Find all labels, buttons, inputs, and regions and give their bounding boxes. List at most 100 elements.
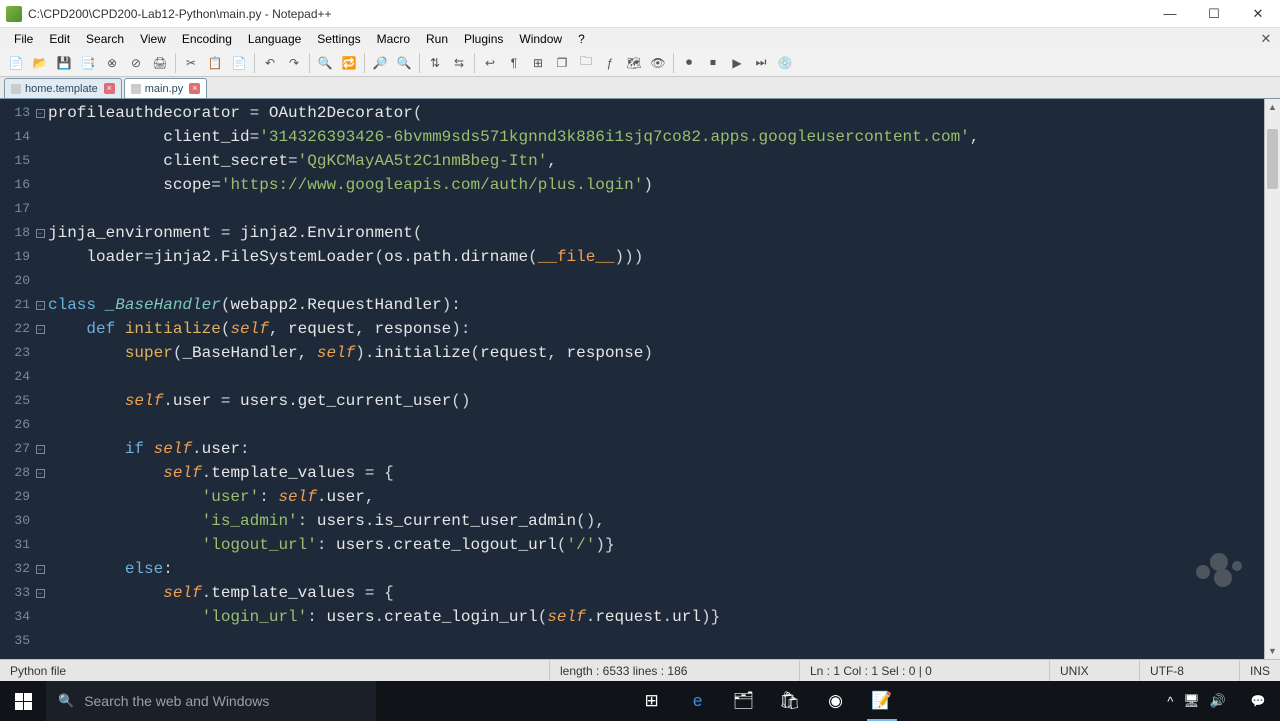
paste-icon[interactable]: 📄 xyxy=(228,52,250,74)
fold-marker[interactable] xyxy=(34,149,46,173)
fold-marker[interactable] xyxy=(34,197,46,221)
play-macro-icon[interactable]: ▶ xyxy=(726,52,748,74)
zoom-in-icon[interactable]: 🔎 xyxy=(369,52,391,74)
code-line[interactable]: jinja_environment = jinja2.Environment( xyxy=(48,221,1264,245)
code-line[interactable]: loader=jinja2.FileSystemLoader(os.path.d… xyxy=(48,245,1264,269)
tray-network-icon[interactable]: 🖥 xyxy=(1183,693,1200,709)
code-line[interactable] xyxy=(48,269,1264,293)
fold-marker[interactable]: − xyxy=(34,101,46,125)
code-editor[interactable]: 1314151617181920212223242526272829303132… xyxy=(0,99,1280,659)
save-icon[interactable]: 💾 xyxy=(53,52,75,74)
code-line[interactable]: else: xyxy=(48,557,1264,581)
menu-file[interactable]: File xyxy=(6,30,41,48)
menu-window[interactable]: Window xyxy=(511,30,570,48)
monitoring-icon[interactable]: 👁 xyxy=(647,52,669,74)
menu-help[interactable]: ? xyxy=(570,30,593,48)
new-file-icon[interactable]: 📄 xyxy=(5,52,27,74)
vertical-scrollbar[interactable]: ▲ ▼ xyxy=(1264,99,1280,659)
undo-icon[interactable]: ↶ xyxy=(259,52,281,74)
func-list-icon[interactable]: ƒ xyxy=(599,52,621,74)
folder-doc-icon[interactable]: 🗀 xyxy=(575,52,597,74)
open-file-icon[interactable]: 📂 xyxy=(29,52,51,74)
code-line[interactable]: 'logout_url': users.create_logout_url('/… xyxy=(48,533,1264,557)
lang-icon[interactable]: ❐ xyxy=(551,52,573,74)
code-line[interactable]: super(_BaseHandler, self).initialize(req… xyxy=(48,341,1264,365)
status-insertmode[interactable]: INS xyxy=(1240,660,1280,681)
allchars-icon[interactable]: ¶ xyxy=(503,52,525,74)
fold-marker[interactable] xyxy=(34,533,46,557)
code-line[interactable]: self.template_values = { xyxy=(48,461,1264,485)
print-icon[interactable]: 🖨 xyxy=(149,52,171,74)
stop-macro-icon[interactable]: ⏹ xyxy=(702,52,724,74)
start-button[interactable] xyxy=(0,681,46,721)
fold-marker[interactable] xyxy=(34,629,46,653)
code-line[interactable] xyxy=(48,197,1264,221)
minimize-button[interactable]: — xyxy=(1148,0,1192,28)
fold-marker[interactable] xyxy=(34,245,46,269)
fold-marker[interactable]: − xyxy=(34,437,46,461)
fold-marker[interactable] xyxy=(34,269,46,293)
edge-icon[interactable]: e xyxy=(675,681,721,721)
code-line[interactable]: def initialize(self, request, response): xyxy=(48,317,1264,341)
notifications-icon[interactable]: 💬 xyxy=(1236,681,1280,721)
indent-guide-icon[interactable]: ⊞ xyxy=(527,52,549,74)
cut-icon[interactable]: ✂ xyxy=(180,52,202,74)
replace-icon[interactable]: 🔁 xyxy=(338,52,360,74)
file-explorer-icon[interactable]: 🗂 xyxy=(721,681,767,721)
code-area[interactable]: profileauthdecorator = OAuth2Decorator( … xyxy=(46,99,1264,659)
fold-marker[interactable]: − xyxy=(34,293,46,317)
task-view-icon[interactable]: ⊞ xyxy=(629,681,675,721)
code-line[interactable]: if self.user: xyxy=(48,437,1264,461)
sync-v-icon[interactable]: ⇅ xyxy=(424,52,446,74)
code-line[interactable] xyxy=(48,365,1264,389)
fold-marker[interactable] xyxy=(34,413,46,437)
menu-search[interactable]: Search xyxy=(78,30,132,48)
code-line[interactable]: client_secret='QgKCMayAA5t2C1nmBbeg-Itn'… xyxy=(48,149,1264,173)
zoom-out-icon[interactable]: 🔍 xyxy=(393,52,415,74)
fold-marker[interactable] xyxy=(34,389,46,413)
fold-marker[interactable]: − xyxy=(34,317,46,341)
menu-language[interactable]: Language xyxy=(240,30,309,48)
code-line[interactable] xyxy=(48,413,1264,437)
code-line[interactable]: class _BaseHandler(webapp2.RequestHandle… xyxy=(48,293,1264,317)
menu-encoding[interactable]: Encoding xyxy=(174,30,240,48)
save-all-icon[interactable]: 📑 xyxy=(77,52,99,74)
fold-marker[interactable] xyxy=(34,485,46,509)
fold-column[interactable]: −−−−−−−− xyxy=(34,99,46,659)
code-line[interactable]: client_id='314326393426-6bvmm9sds571kgnn… xyxy=(48,125,1264,149)
menu-view[interactable]: View xyxy=(132,30,174,48)
menu-plugins[interactable]: Plugins xyxy=(456,30,511,48)
doc-map-icon[interactable]: 🗺 xyxy=(623,52,645,74)
tab-main-py[interactable]: main.py× xyxy=(124,78,208,98)
record-macro-icon[interactable]: ⏺ xyxy=(678,52,700,74)
status-encoding[interactable]: UTF-8 xyxy=(1140,660,1240,681)
fold-marker[interactable] xyxy=(34,341,46,365)
code-line[interactable]: 'user': self.user, xyxy=(48,485,1264,509)
close-all-icon[interactable]: ⊘ xyxy=(125,52,147,74)
tray-chevron-icon[interactable]: ^ xyxy=(1167,694,1173,709)
fold-marker[interactable] xyxy=(34,365,46,389)
fold-marker[interactable]: − xyxy=(34,581,46,605)
tab-close-icon[interactable]: × xyxy=(104,83,115,94)
store-icon[interactable]: 🛍 xyxy=(767,681,813,721)
wordwrap-icon[interactable]: ↩ xyxy=(479,52,501,74)
menu-macro[interactable]: Macro xyxy=(369,30,418,48)
menu-edit[interactable]: Edit xyxy=(41,30,78,48)
save-macro-icon[interactable]: 💿 xyxy=(774,52,796,74)
chrome-icon[interactable]: ◉ xyxy=(813,681,859,721)
maximize-button[interactable]: ☐ xyxy=(1192,0,1236,28)
redo-icon[interactable]: ↷ xyxy=(283,52,305,74)
code-line[interactable]: 'login_url': users.create_login_url(self… xyxy=(48,605,1264,629)
close-button[interactable]: ✕ xyxy=(1236,0,1280,28)
find-icon[interactable]: 🔍 xyxy=(314,52,336,74)
play-multi-icon[interactable]: ⏭ xyxy=(750,52,772,74)
tray-volume-icon[interactable]: 🔊 xyxy=(1210,693,1226,709)
scroll-thumb[interactable] xyxy=(1267,129,1278,189)
scroll-down-icon[interactable]: ▼ xyxy=(1265,643,1280,659)
tab-close-icon[interactable]: × xyxy=(189,83,200,94)
fold-marker[interactable]: − xyxy=(34,557,46,581)
fold-marker[interactable] xyxy=(34,509,46,533)
scroll-up-icon[interactable]: ▲ xyxy=(1265,99,1280,115)
document-close-icon[interactable]: ✕ xyxy=(1258,31,1280,47)
copy-icon[interactable]: 📋 xyxy=(204,52,226,74)
